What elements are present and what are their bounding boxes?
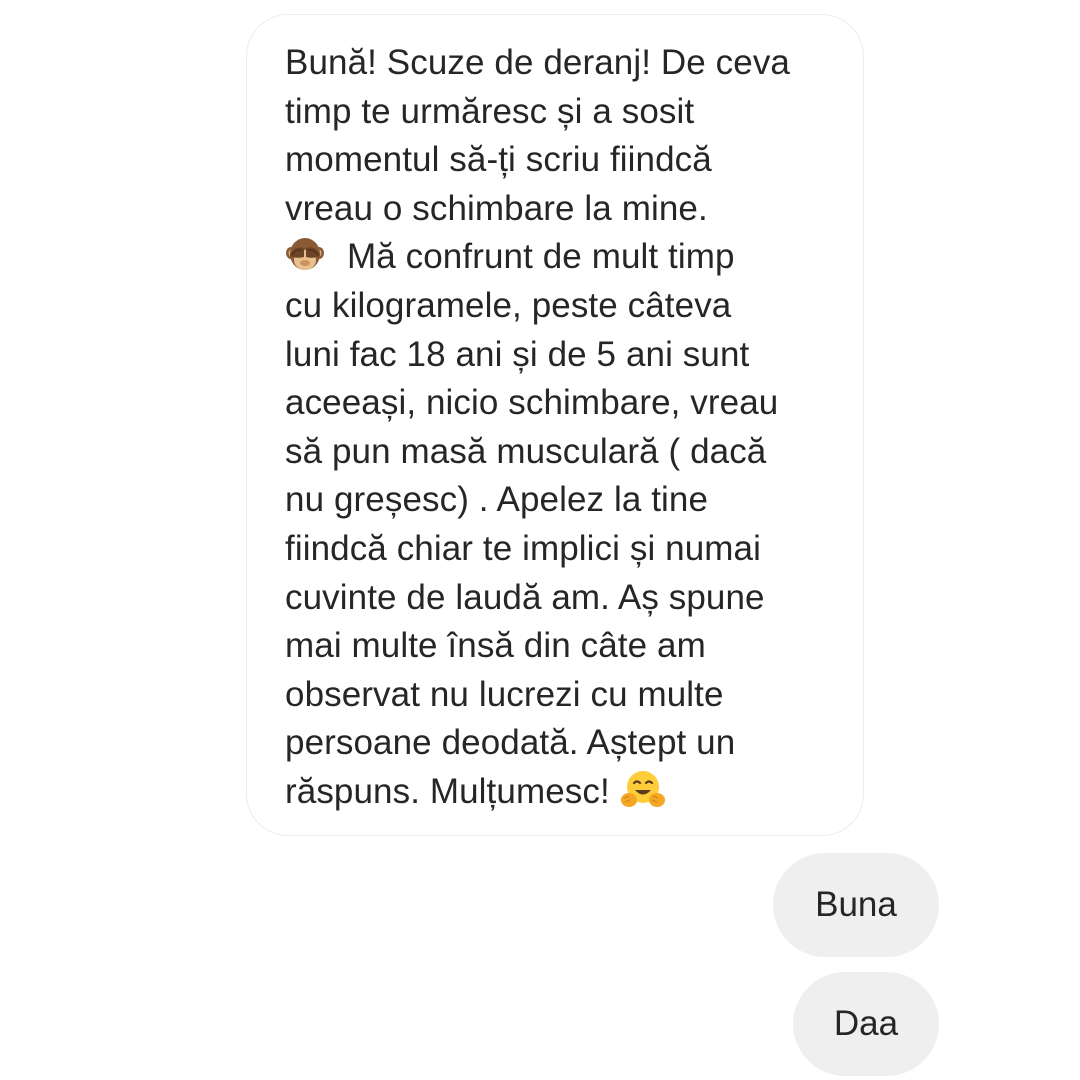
outgoing-message-text: Daa [833, 1004, 899, 1043]
hugging-face-icon [620, 769, 666, 811]
message-line: timp te urmăresc și a sosit [285, 91, 695, 131]
message-line: vreau o schimbare la mine. [285, 188, 708, 228]
incoming-message-text: Bună! Scuze de deranj! De ceva timp te u… [285, 39, 833, 817]
message-line-with-emoji: răspuns. Mulțumesc! [285, 768, 833, 817]
message-line: nu greșesc) . Apelez la tine [285, 480, 709, 520]
outgoing-message-bubble[interactable]: Buna [773, 853, 939, 957]
message-line-text: Mă confrunt de mult timp [347, 237, 735, 277]
incoming-message-bubble[interactable]: Bună! Scuze de deranj! De ceva timp te u… [246, 14, 864, 836]
message-line: fiindcă chiar te implici și numai [285, 528, 761, 568]
message-line: luni fac 18 ani și de 5 ani sunt [285, 334, 750, 374]
message-line: Bună! Scuze de deranj! De ceva [285, 43, 790, 82]
chat-screen: Bună! Scuze de deranj! De ceva timp te u… [0, 0, 1080, 1080]
message-line: persoane deodată. Aștept un [285, 723, 736, 763]
message-line: să pun masă musculară ( dacă [285, 431, 767, 471]
message-line: cuvinte de laudă am. Aș spune [285, 577, 765, 617]
message-line: aceeași, nicio schimbare, vreau [285, 383, 779, 423]
see-no-evil-monkey-icon [285, 236, 325, 276]
outgoing-message-bubble[interactable]: Daa [793, 972, 939, 1076]
message-line: observat nu lucrezi cu multe [285, 674, 724, 714]
message-line: cu kilogramele, peste câteva [285, 285, 732, 325]
message-line-text: răspuns. Mulțumesc! [285, 771, 610, 811]
outgoing-message-text: Buna [815, 885, 897, 924]
message-line-with-emoji: Mă confrunt de mult timp [285, 233, 833, 282]
message-line: mai multe însă din câte am [285, 626, 706, 666]
message-line: momentul să-ți scriu fiindcă [285, 140, 712, 180]
